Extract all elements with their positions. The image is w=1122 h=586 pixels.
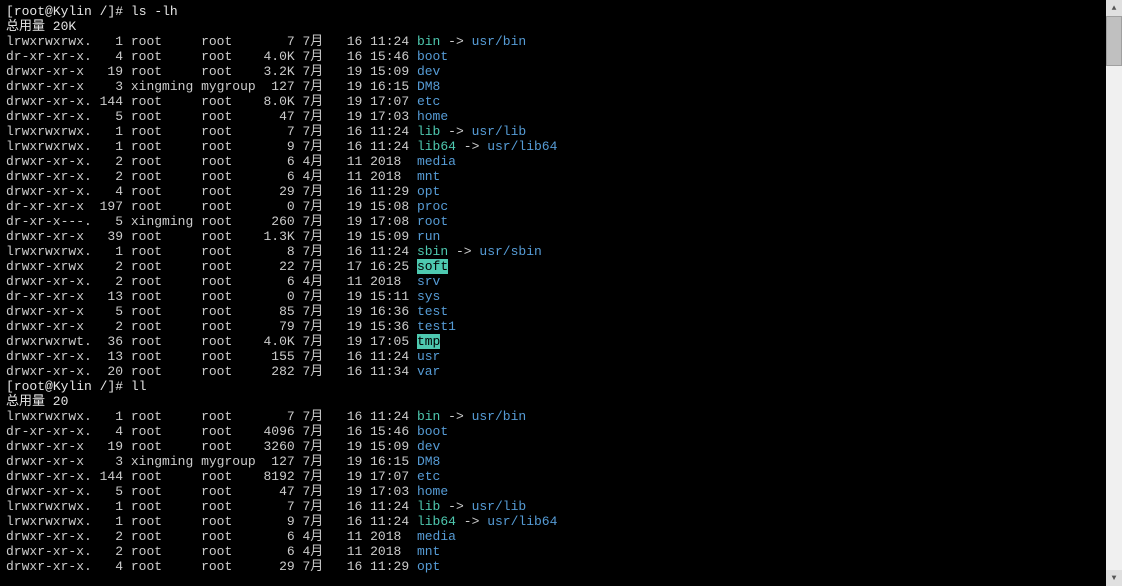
file-name: root — [417, 214, 448, 229]
scroll-up-arrow[interactable]: ▲ — [1106, 0, 1122, 16]
file-row: drwxr-xr-x 39 root root 1.3K 7月 19 15:09… — [6, 229, 1100, 244]
file-name: dev — [417, 64, 440, 79]
file-row: dr-xr-xr-x. 4 root root 4096 7月 16 15:46… — [6, 424, 1100, 439]
file-name: home — [417, 109, 448, 124]
vertical-scrollbar[interactable]: ▲ ▼ — [1106, 0, 1122, 586]
file-name: mnt — [417, 544, 440, 559]
file-name: boot — [417, 49, 448, 64]
file-row: drwxr-xr-x. 2 root root 6 4月 11 2018 mnt — [6, 544, 1100, 559]
file-name: usr — [417, 349, 440, 364]
file-row: drwxr-xrwx 2 root root 22 7月 17 16:25 so… — [6, 259, 1100, 274]
file-row: drwxr-xr-x. 2 root root 6 4月 11 2018 srv — [6, 274, 1100, 289]
file-name: test1 — [417, 319, 456, 334]
file-row: drwxr-xr-x. 144 root root 8.0K 7月 19 17:… — [6, 94, 1100, 109]
link-target: usr/lib64 — [487, 514, 557, 529]
file-name: etc — [417, 94, 440, 109]
file-row: drwxr-xr-x 19 root root 3260 7月 19 15:09… — [6, 439, 1100, 454]
link-target: usr/bin — [472, 34, 527, 49]
terminal-output[interactable]: [root@Kylin /]# ls -lh 总用量 20K lrwxrwxrw… — [0, 0, 1106, 586]
file-name: bin — [417, 34, 440, 49]
file-row: dr-xr-xr-x. 4 root root 4.0K 7月 16 15:46… — [6, 49, 1100, 64]
file-name: run — [417, 229, 440, 244]
file-row: drwxr-xr-x. 2 root root 6 4月 11 2018 med… — [6, 529, 1100, 544]
file-name: bin — [417, 409, 440, 424]
total-line-1: 总用量 20K — [6, 19, 1100, 34]
file-row: dr-xr-xr-x 13 root root 0 7月 19 15:11 sy… — [6, 289, 1100, 304]
file-name: etc — [417, 469, 440, 484]
file-listing-2: lrwxrwxrwx. 1 root root 7 7月 16 11:24 bi… — [6, 409, 1100, 574]
file-row: drwxr-xr-x. 2 root root 6 4月 11 2018 med… — [6, 154, 1100, 169]
file-name: opt — [417, 184, 440, 199]
file-name: lib64 — [417, 514, 456, 529]
file-row: drwxrwxrwt. 36 root root 4.0K 7月 19 17:0… — [6, 334, 1100, 349]
file-row: lrwxrwxrwx. 1 root root 7 7月 16 11:24 li… — [6, 499, 1100, 514]
file-row: drwxr-xr-x 3 xingming mygroup 127 7月 19 … — [6, 454, 1100, 469]
file-name: sbin — [417, 244, 448, 259]
file-row: drwxr-xr-x. 5 root root 47 7月 19 17:03 h… — [6, 109, 1100, 124]
file-row: drwxr-xr-x. 4 root root 29 7月 16 11:29 o… — [6, 559, 1100, 574]
file-name: tmp — [417, 334, 440, 349]
file-listing-1: lrwxrwxrwx. 1 root root 7 7月 16 11:24 bi… — [6, 34, 1100, 379]
file-name: dev — [417, 439, 440, 454]
file-name: lib — [417, 499, 440, 514]
file-row: lrwxrwxrwx. 1 root root 9 7月 16 11:24 li… — [6, 514, 1100, 529]
file-row: drwxr-xr-x. 2 root root 6 4月 11 2018 mnt — [6, 169, 1100, 184]
file-name: soft — [417, 259, 448, 274]
file-name: lib — [417, 124, 440, 139]
file-row: lrwxrwxrwx. 1 root root 8 7月 16 11:24 sb… — [6, 244, 1100, 259]
file-name: sys — [417, 289, 440, 304]
link-target: usr/sbin — [479, 244, 541, 259]
file-name: var — [417, 364, 440, 379]
file-name: DM8 — [417, 454, 440, 469]
link-target: usr/bin — [472, 409, 527, 424]
file-row: drwxr-xr-x. 4 root root 29 7月 16 11:29 o… — [6, 184, 1100, 199]
file-name: DM8 — [417, 79, 440, 94]
prompt-line-2: [root@Kylin /]# ll — [6, 379, 1100, 394]
total-line-2: 总用量 20 — [6, 394, 1100, 409]
file-name: proc — [417, 199, 448, 214]
file-row: drwxr-xr-x 2 root root 79 7月 19 15:36 te… — [6, 319, 1100, 334]
file-row: drwxr-xr-x. 144 root root 8192 7月 19 17:… — [6, 469, 1100, 484]
file-name: opt — [417, 559, 440, 574]
file-name: test — [417, 304, 448, 319]
file-row: drwxr-xr-x. 13 root root 155 7月 16 11:24… — [6, 349, 1100, 364]
file-name: media — [417, 529, 456, 544]
scrollbar-thumb[interactable] — [1106, 16, 1122, 66]
file-row: drwxr-xr-x 19 root root 3.2K 7月 19 15:09… — [6, 64, 1100, 79]
file-row: dr-xr-x---. 5 xingming root 260 7月 19 17… — [6, 214, 1100, 229]
link-target: usr/lib — [472, 499, 527, 514]
link-target: usr/lib — [472, 124, 527, 139]
file-row: drwxr-xr-x. 5 root root 47 7月 19 17:03 h… — [6, 484, 1100, 499]
file-name: mnt — [417, 169, 440, 184]
file-row: drwxr-xr-x. 20 root root 282 7月 16 11:34… — [6, 364, 1100, 379]
link-target: usr/lib64 — [487, 139, 557, 154]
file-name: lib64 — [417, 139, 456, 154]
prompt-line-1: [root@Kylin /]# ls -lh — [6, 4, 1100, 19]
file-name: media — [417, 154, 456, 169]
file-row: dr-xr-xr-x 197 root root 0 7月 19 15:08 p… — [6, 199, 1100, 214]
file-name: home — [417, 484, 448, 499]
scroll-down-arrow[interactable]: ▼ — [1106, 570, 1122, 586]
file-row: drwxr-xr-x 5 root root 85 7月 19 16:36 te… — [6, 304, 1100, 319]
file-row: lrwxrwxrwx. 1 root root 7 7月 16 11:24 bi… — [6, 409, 1100, 424]
file-row: lrwxrwxrwx. 1 root root 7 7月 16 11:24 li… — [6, 124, 1100, 139]
file-name: srv — [417, 274, 440, 289]
file-row: lrwxrwxrwx. 1 root root 9 7月 16 11:24 li… — [6, 139, 1100, 154]
file-row: drwxr-xr-x 3 xingming mygroup 127 7月 19 … — [6, 79, 1100, 94]
file-row: lrwxrwxrwx. 1 root root 7 7月 16 11:24 bi… — [6, 34, 1100, 49]
file-name: boot — [417, 424, 448, 439]
